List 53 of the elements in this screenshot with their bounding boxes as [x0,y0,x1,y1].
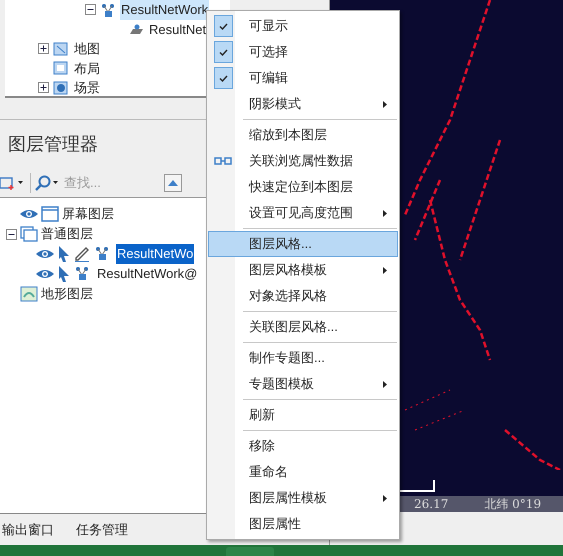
panel-tab[interactable]: 任务管理 [76,520,128,540]
new-layer-button[interactable] [0,176,26,190]
layer-group[interactable]: 普通图层 [41,224,93,244]
layer-group[interactable]: 地形图层 [41,284,93,304]
move-up-button[interactable] [164,174,182,192]
search-icon [35,174,51,190]
menu-item[interactable]: 图层属性 [208,511,398,537]
network-icon [100,2,116,17]
menu-item[interactable]: 图层风格... [208,231,398,257]
menu-item[interactable]: 可编辑 [208,65,398,91]
layer-group[interactable]: 屏幕图层 [62,204,114,224]
tree-item[interactable]: 地图 [73,39,101,58]
terrain-icon [20,286,38,302]
layer-item[interactable]: ResultNetWo [116,244,194,264]
menu-item[interactable]: 刷新 [208,402,398,428]
layers-icon [20,226,38,242]
caret-icon [18,181,23,184]
status-latitude: 北纬 0°19 [484,496,542,513]
caret-icon [53,181,58,184]
eye-icon [20,207,38,221]
layout-icon [53,61,69,76]
menu-item[interactable]: 图层属性模板 [208,485,398,511]
tree-item[interactable]: ResultNet [148,20,208,39]
tree-item[interactable]: 场景 [73,78,101,96]
menu-item[interactable]: 对象选择风格 [208,283,398,309]
window-icon [41,206,59,222]
tree-item[interactable]: ResultNetWork [120,0,210,20]
menu-item[interactable]: 关联图层风格... [208,314,398,340]
search-button[interactable] [35,174,58,190]
link-icon [214,157,232,165]
globe-icon [53,80,69,95]
menu-item[interactable]: 移除 [208,433,398,459]
menu-item[interactable]: 设置可见高度范围 [208,200,398,226]
panel-tab[interactable]: 输出窗口 [2,520,54,540]
tree-item[interactable]: 布局 [73,58,101,78]
menu-item[interactable]: 快速定位到本图层 [208,174,398,200]
menu-item[interactable]: 关联浏览属性数据 [208,148,398,174]
layer-item[interactable]: ResultNetWork@ [96,264,198,284]
menu-item[interactable]: 可显示 [208,13,398,39]
panel-title: 图层管理器 [8,132,98,156]
status-value: 26.17 [414,496,448,513]
folder-add-icon [0,176,16,190]
triangle-up-icon [168,180,178,186]
menu-item[interactable]: 可选择 [208,39,398,65]
network-dataset-icon [128,22,144,36]
menu-item[interactable]: 重命名 [208,459,398,485]
menu-item[interactable]: 阴影模式 [208,91,398,117]
map-icon [53,42,69,56]
search-field[interactable]: 查找... [64,172,160,192]
menu-item[interactable]: 制作专题图... [208,345,398,371]
menu-item[interactable]: 图层风格模板 [208,257,398,283]
menu-item[interactable]: 专题图模板 [208,371,398,397]
menu-item[interactable]: 缩放到本图层 [208,122,398,148]
